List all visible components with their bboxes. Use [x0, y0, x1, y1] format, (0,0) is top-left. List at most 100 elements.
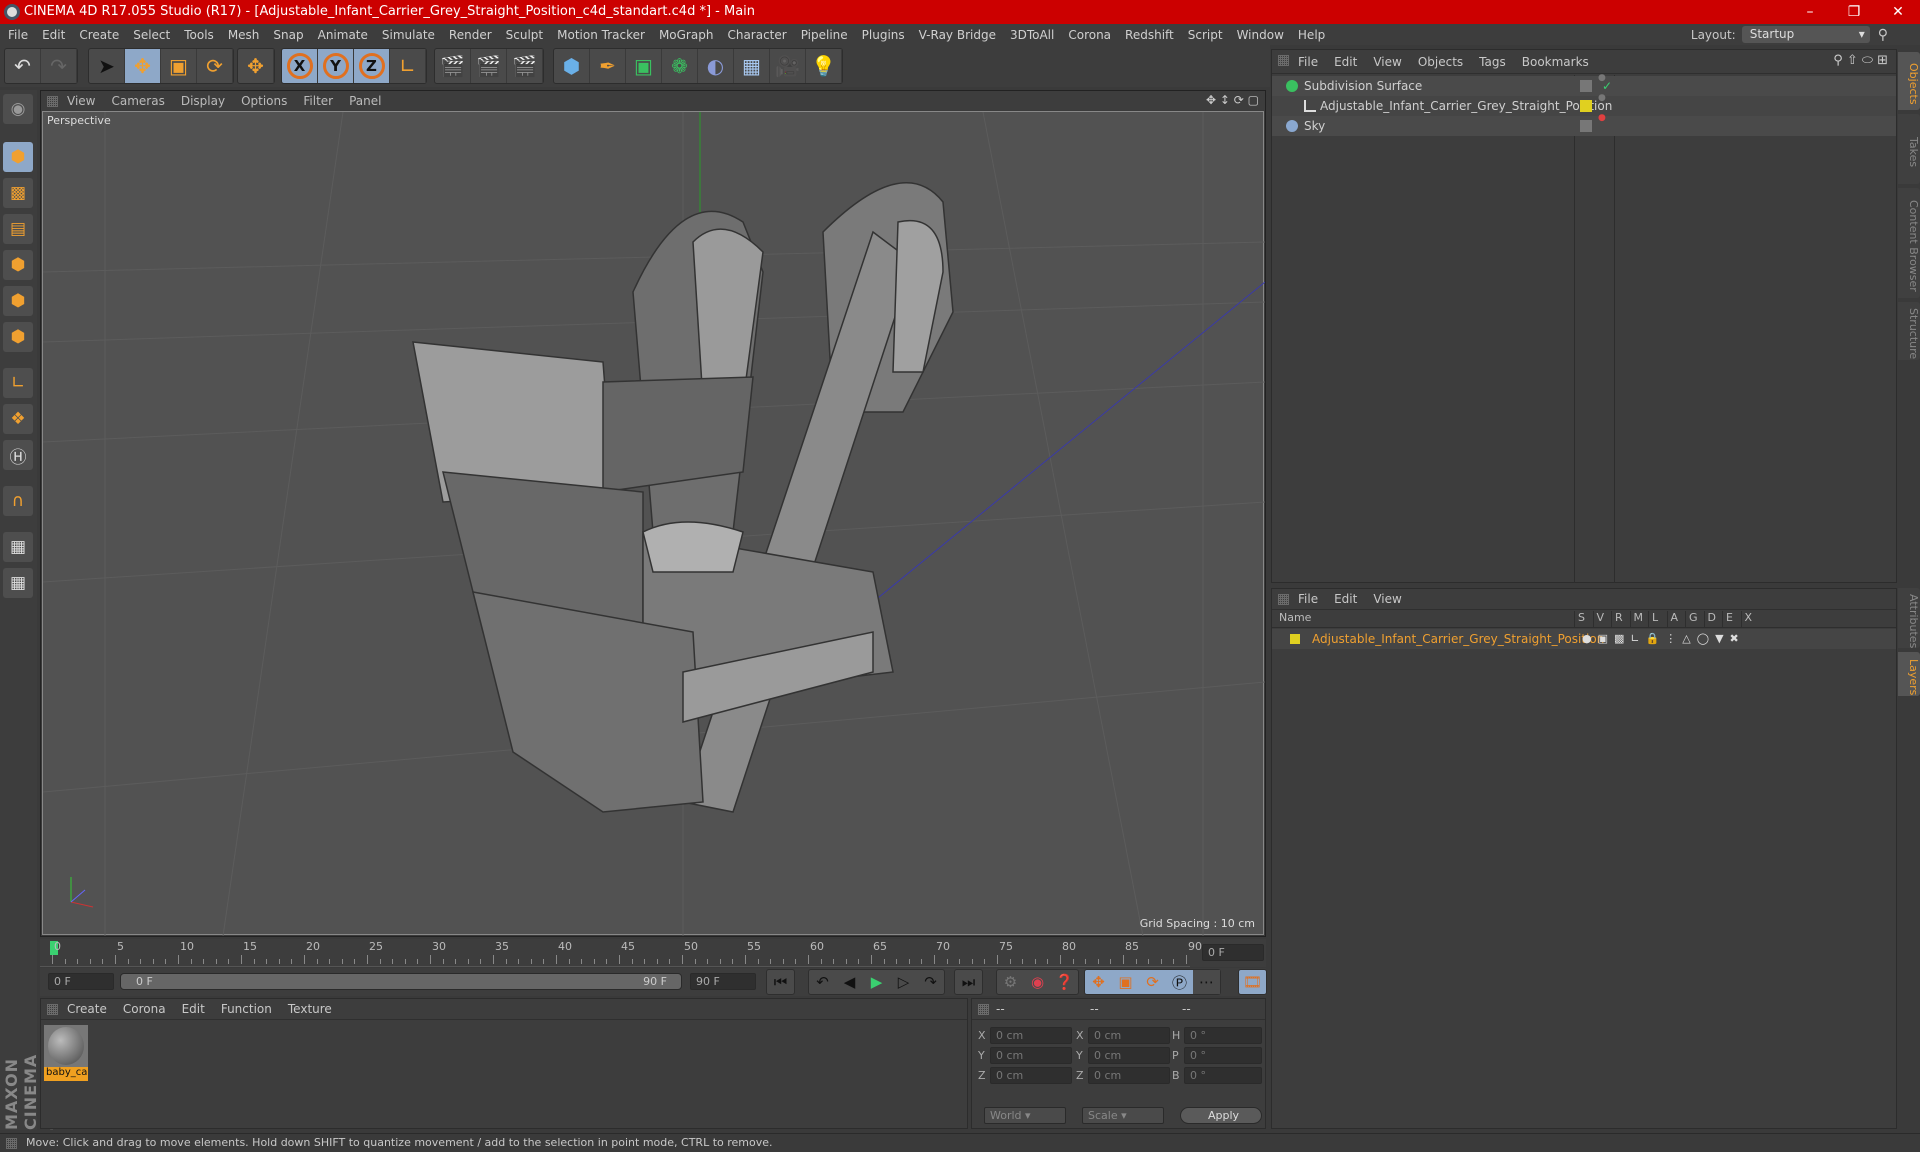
viewport-menu-cameras[interactable]: Cameras — [111, 94, 164, 108]
autokey-icon[interactable]: ◉ — [1024, 970, 1051, 994]
layer-column-name[interactable]: Name — [1276, 611, 1311, 627]
tab-layers[interactable]: Layers — [1898, 652, 1920, 696]
search-icon[interactable]: ⚲ — [1878, 27, 1888, 43]
cloner-icon[interactable]: ❁ — [662, 49, 698, 83]
frame-range-slider[interactable]: 0 F 90 F — [120, 973, 682, 990]
menu-window[interactable]: Window — [1237, 28, 1284, 42]
subdivision-surface-icon[interactable]: ▣ — [626, 49, 662, 83]
layer-flag-icons[interactable]: ●▣▩∟🔒⋮△◯▼✖ — [1582, 629, 1745, 649]
menu-mesh[interactable]: Mesh — [228, 28, 260, 42]
coord-field[interactable]: 0 ° — [1184, 1047, 1262, 1064]
coord-field[interactable]: 0 cm — [1088, 1047, 1170, 1064]
material-menu-edit[interactable]: Edit — [182, 1002, 205, 1016]
rotate-tool-icon[interactable]: ⟳ — [197, 49, 233, 83]
deformer-icon[interactable]: ◐ — [698, 49, 734, 83]
coordinate-type-dropdown[interactable]: Scale ▾ — [1082, 1107, 1164, 1124]
menu-help[interactable]: Help — [1298, 28, 1325, 42]
layout-dropdown[interactable]: Startup ▾ — [1741, 26, 1870, 43]
planar-workplane-icon[interactable]: ▦ — [3, 568, 33, 598]
coord-field[interactable]: 0 cm — [1088, 1067, 1170, 1084]
key-rotation-icon[interactable]: ⟳ — [1139, 970, 1166, 994]
step-back-icon[interactable]: ◀ — [836, 970, 863, 994]
move-tool-icon[interactable]: ✥ — [125, 49, 161, 83]
layer-menu-view[interactable]: View — [1373, 592, 1401, 606]
menu-file[interactable]: File — [8, 28, 28, 42]
locked-workplane-icon[interactable]: ▦ — [3, 532, 33, 562]
object-menu-objects[interactable]: Objects — [1418, 55, 1463, 69]
menu-render[interactable]: Render — [449, 28, 492, 42]
menu-tools[interactable]: Tools — [184, 28, 214, 42]
object-row[interactable]: Sky ● — [1272, 114, 1896, 136]
viewport-menu-display[interactable]: Display — [181, 94, 225, 108]
menu-simulate[interactable]: Simulate — [382, 28, 435, 42]
render-view-icon[interactable]: 🎬 — [435, 49, 471, 83]
tab-attributes[interactable]: Attributes — [1898, 588, 1920, 648]
timeline-ruler[interactable]: 0 5 10 15 20 25 30 35 40 45 50 55 60 65 70 75 80 85 90 0 F — [40, 939, 1266, 967]
layer-menu-file[interactable]: File — [1298, 592, 1318, 606]
render-picture-viewer-icon[interactable]: 🎬 — [471, 49, 507, 83]
coordinate-system-icon[interactable]: ∟ — [390, 49, 426, 83]
coordinate-mode-dropdown[interactable]: World ▾ — [984, 1107, 1066, 1124]
coord-field[interactable]: 0 ° — [1184, 1067, 1262, 1084]
snap-icon[interactable]: Ⓗ — [3, 440, 33, 470]
layer-color-tag[interactable] — [1580, 100, 1592, 112]
menu-v-ray-bridge[interactable]: V-Ray Bridge — [919, 28, 996, 42]
key-pla-icon[interactable]: ⋯ — [1193, 970, 1220, 994]
layer-column-x[interactable]: X — [1740, 611, 1752, 627]
goto-start-icon[interactable]: ⏮ — [767, 970, 794, 994]
viewport-menu-filter[interactable]: Filter — [303, 94, 333, 108]
menu-3dtoall[interactable]: 3DToAll — [1010, 28, 1054, 42]
step-forward-icon[interactable]: ▷ — [890, 970, 917, 994]
y-axis-lock[interactable]: Y — [318, 49, 354, 83]
layer-column-v[interactable]: V — [1592, 611, 1604, 627]
viewport-menu-panel[interactable]: Panel — [349, 94, 381, 108]
start-frame-field[interactable]: 0 F — [48, 973, 114, 990]
editor-visibility-icon[interactable] — [1580, 80, 1592, 92]
undo-icon[interactable]: ↶ — [5, 49, 41, 83]
scale-tool-icon[interactable]: ▣ — [161, 49, 197, 83]
object-menu-bookmarks[interactable]: Bookmarks — [1522, 55, 1589, 69]
material-menu-corona[interactable]: Corona — [123, 1002, 166, 1016]
layer-column-s[interactable]: S — [1574, 611, 1585, 627]
model-mode-icon[interactable]: ⬢ — [3, 142, 33, 172]
layer-column-a[interactable]: A — [1666, 611, 1678, 627]
goto-prev-key-icon[interactable]: ↶ — [809, 970, 836, 994]
keyframe-help-icon[interactable]: ❓ — [1051, 970, 1078, 994]
end-frame-field[interactable]: 90 F — [690, 973, 756, 990]
edges-mode-icon[interactable]: ⬢ — [3, 286, 33, 316]
layer-name[interactable]: Adjustable_Infant_Carrier_Grey_Straight_… — [1312, 629, 1604, 649]
texture-mode-icon[interactable]: ▩ — [3, 178, 33, 208]
material-swatch[interactable]: baby_ca — [44, 1025, 88, 1083]
material-menu-texture[interactable]: Texture — [288, 1002, 332, 1016]
layer-column-r[interactable]: R — [1611, 611, 1623, 627]
tab-takes[interactable]: Takes — [1898, 114, 1920, 184]
axis-mode-icon[interactable]: ∟ — [3, 368, 33, 398]
object-name[interactable]: Subdivision Surface — [1304, 76, 1422, 96]
apply-button[interactable]: Apply — [1180, 1107, 1262, 1124]
layer-row[interactable]: Adjustable_Infant_Carrier_Grey_Straight_… — [1272, 629, 1896, 649]
object-menu-edit[interactable]: Edit — [1334, 55, 1357, 69]
coord-field[interactable]: 0 cm — [1088, 1027, 1170, 1044]
key-parameter-icon[interactable]: Ⓟ — [1166, 970, 1193, 994]
object-row[interactable]: Adjustable_Infant_Carrier_Grey_Straight_… — [1272, 94, 1896, 116]
material-menu-function[interactable]: Function — [221, 1002, 272, 1016]
layer-column-l[interactable]: L — [1648, 611, 1658, 627]
visibility-dots-icon[interactable]: ● — [1598, 114, 1606, 123]
tab-content-browser[interactable]: Content Browser — [1898, 188, 1920, 298]
3d-view[interactable]: Perspective Grid Spacing : 10 cm — [42, 111, 1265, 936]
coord-field[interactable]: 0 cm — [990, 1067, 1072, 1084]
menu-character[interactable]: Character — [727, 28, 786, 42]
object-menu-tags[interactable]: Tags — [1479, 55, 1506, 69]
editor-visibility-icon[interactable] — [1580, 120, 1592, 132]
object-name[interactable]: Sky — [1304, 116, 1325, 136]
make-editable-icon[interactable]: ◉ — [3, 94, 33, 124]
restore-icon[interactable]: ❐ — [1832, 0, 1876, 24]
object-menu-file[interactable]: File — [1298, 55, 1318, 69]
menu-snap[interactable]: Snap — [273, 28, 303, 42]
pen-spline-icon[interactable]: ✒ — [590, 49, 626, 83]
coord-field[interactable]: 0 cm — [990, 1047, 1072, 1064]
layer-column-e[interactable]: E — [1722, 611, 1733, 627]
menu-edit[interactable]: Edit — [42, 28, 65, 42]
cube-icon[interactable]: ⬢ — [554, 49, 590, 83]
viewport-nav-icons[interactable]: ✥ ↕ ⟳ ▢ — [1206, 93, 1259, 107]
